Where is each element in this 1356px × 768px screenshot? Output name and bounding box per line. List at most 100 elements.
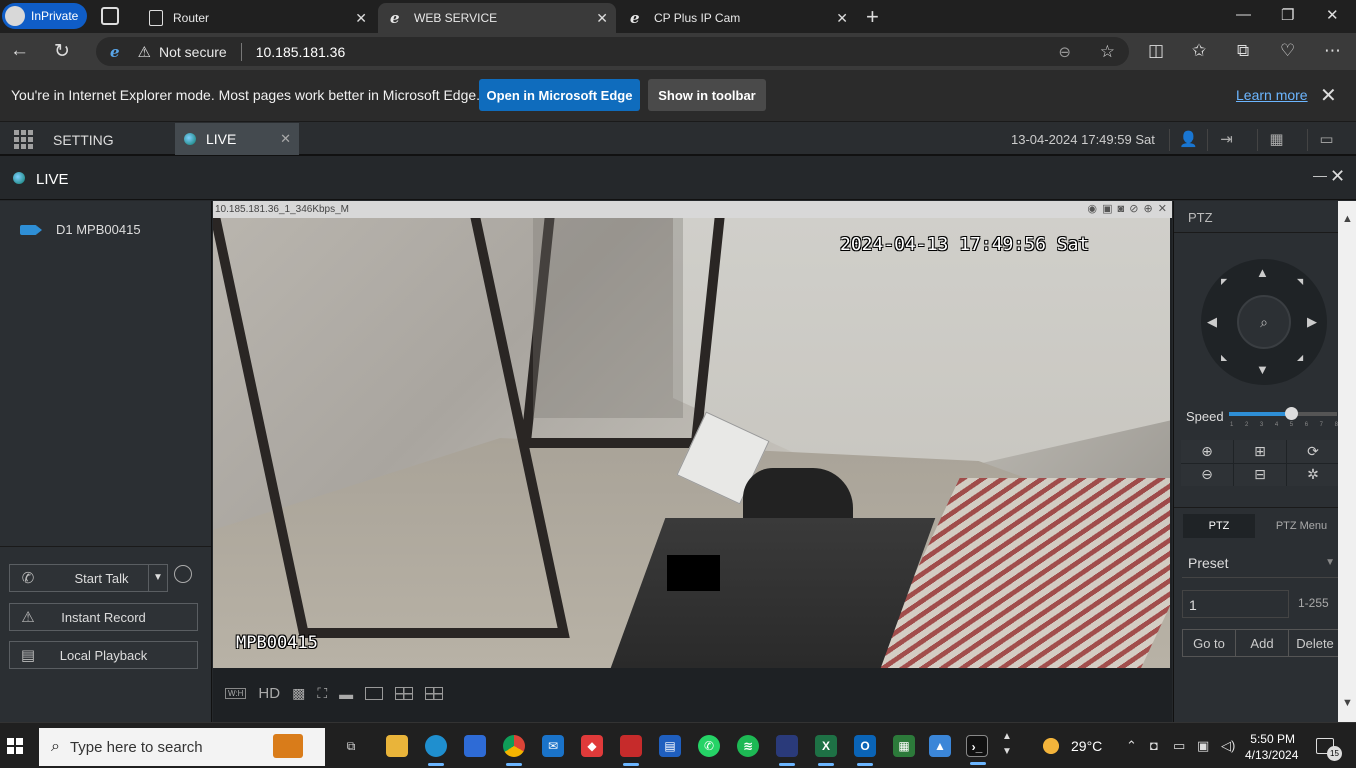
favorite-star-icon[interactable]: ☆ <box>1100 42 1115 62</box>
zoom-in-icon[interactable]: ⊕ <box>1181 440 1233 463</box>
ptz-scrollbar[interactable]: ▲ ▼ <box>1338 201 1356 722</box>
start-talk-button[interactable]: ✆ Start Talk <box>9 564 168 592</box>
edge-icon[interactable] <box>425 735 447 766</box>
battery-icon[interactable]: ▭ <box>1173 738 1185 754</box>
anydesk-icon[interactable]: ◆ <box>581 735 603 757</box>
talk-dropdown-icon[interactable]: ▼ <box>148 564 168 592</box>
camera-feed[interactable]: 2024-04-13 17:49:56 Sat MPB00415 <box>213 218 1170 668</box>
learn-more-link[interactable]: Learn more <box>1236 87 1308 103</box>
chrome-icon[interactable] <box>503 735 525 766</box>
browser-tab-router[interactable]: Router ✕ <box>137 3 375 33</box>
system-clock[interactable]: 5:50 PM 4/13/2024 <box>1245 731 1298 763</box>
fit-screen-icon[interactable]: ⛶ <box>317 685 327 702</box>
preset-select[interactable]: Preset ▼ <box>1182 550 1339 578</box>
scroll-down-icon[interactable]: ▼ <box>1342 697 1353 709</box>
security-status[interactable]: Not secure <box>159 44 227 60</box>
terminal-icon[interactable]: ›_ <box>966 735 988 765</box>
split-screen-icon[interactable]: ◫ <box>1148 41 1164 61</box>
meet-now-icon[interactable]: ◘ <box>1150 738 1158 753</box>
focus-far-icon[interactable]: ⊟ <box>1234 463 1286 486</box>
close-tab-icon[interactable]: ✕ <box>836 10 848 27</box>
speed-slider[interactable] <box>1229 407 1337 420</box>
multi-view-icon[interactable] <box>425 687 444 700</box>
app-icon[interactable] <box>776 735 798 766</box>
inprivate-badge[interactable]: InPrivate <box>2 3 87 29</box>
photos-icon[interactable]: ▲ <box>929 735 951 757</box>
ie-mode-icon[interactable]: e <box>110 43 120 61</box>
minimize-button[interactable]: — <box>1236 6 1251 23</box>
notification-center-icon[interactable]: 15 <box>1316 738 1342 761</box>
store-icon[interactable] <box>464 735 486 757</box>
outlook-icon[interactable]: O <box>854 735 876 766</box>
tab-ptz-menu[interactable]: PTZ Menu <box>1264 514 1339 538</box>
instant-record-button[interactable]: ⚠ Instant Record <box>9 603 198 631</box>
video-control-icons[interactable]: ◉ ▣ ◙ ⊘ ⊕ ✕ <box>1087 201 1168 218</box>
weather-widget[interactable]: 29°C <box>1040 737 1102 755</box>
pan-left-icon[interactable]: ◀ <box>1207 314 1217 330</box>
iris-open-icon[interactable]: ⟳ <box>1287 440 1339 463</box>
zoom-area-icon[interactable]: ⌕ <box>1237 295 1291 349</box>
qr-code-icon[interactable]: ▦ <box>1257 129 1295 151</box>
show-hidden-icons[interactable]: ⌃ <box>1126 738 1137 754</box>
file-explorer-icon[interactable] <box>386 735 408 757</box>
hd-button[interactable]: HD <box>258 685 280 702</box>
pan-up-icon[interactable]: ▲ <box>1256 265 1269 280</box>
task-view-icon[interactable]: ⧉ <box>340 735 362 757</box>
excel-icon[interactable]: X <box>815 735 837 766</box>
mail-icon[interactable]: ✉ <box>542 735 564 757</box>
news-icon[interactable]: ▤ <box>659 735 681 757</box>
record-status-icon[interactable] <box>174 565 192 583</box>
pan-down-right-icon[interactable]: ◢ <box>1297 353 1303 362</box>
focus-near-icon[interactable]: ⊞ <box>1234 440 1286 463</box>
live-tab[interactable]: LIVE ✕ <box>175 123 299 155</box>
close-bar-icon[interactable]: ✕ <box>1320 83 1337 108</box>
url-text[interactable]: 10.185.181.36 <box>256 44 346 60</box>
fullscreen-icon[interactable]: ▬ <box>339 686 353 702</box>
pan-up-right-icon[interactable]: ◥ <box>1297 277 1303 286</box>
taskbar-scroll-icon[interactable]: ▲ ▼ <box>1002 729 1012 759</box>
favorites-icon[interactable]: ✩ <box>1192 41 1206 61</box>
goto-button[interactable]: Go to <box>1182 629 1236 657</box>
volume-icon[interactable]: ◁) <box>1221 738 1235 754</box>
scroll-up-icon[interactable]: ▲ <box>1342 213 1353 225</box>
windows-start-icon[interactable] <box>7 738 23 754</box>
minimize-window-icon[interactable]: — <box>1313 167 1327 183</box>
delete-button[interactable]: Delete <box>1288 629 1342 657</box>
logout-icon[interactable]: ⇥ <box>1207 129 1245 151</box>
aspect-ratio-button[interactable]: W:H <box>225 688 247 699</box>
local-playback-button[interactable]: ▤ Local Playback <box>9 641 198 669</box>
tab-actions-icon[interactable] <box>101 7 119 25</box>
show-in-toolbar-button[interactable]: Show in toolbar <box>648 79 766 111</box>
whatsapp-icon[interactable]: ✆ <box>698 735 720 757</box>
collections-icon[interactable]: ⧉ <box>1237 41 1249 61</box>
quad-view-icon[interactable] <box>395 687 414 700</box>
spotify-icon[interactable]: ≋ <box>737 735 759 757</box>
tab-ptz[interactable]: PTZ <box>1183 514 1255 538</box>
speed-slider-knob[interactable] <box>1285 407 1298 420</box>
close-window-icon[interactable]: ✕ <box>1330 166 1345 187</box>
close-tab-icon[interactable]: ✕ <box>355 10 367 27</box>
pan-right-icon[interactable]: ▶ <box>1307 314 1317 330</box>
fullscreen-monitor-icon[interactable]: ▭ <box>1307 129 1345 151</box>
browser-essentials-icon[interactable]: ♡ <box>1280 41 1295 61</box>
app-icon[interactable]: ▦ <box>893 735 915 757</box>
setting-tab[interactable]: SETTING <box>53 132 114 148</box>
device-item[interactable]: D1 MPB00415 <box>20 222 141 237</box>
single-view-icon[interactable] <box>365 687 384 700</box>
zoom-icon[interactable]: ⊖ <box>1058 43 1071 61</box>
browser-tab-web-service[interactable]: e WEB SERVICE ✕ <box>378 3 616 33</box>
iris-close-icon[interactable]: ✲ <box>1287 463 1339 486</box>
zoom-out-icon[interactable]: ⊖ <box>1181 463 1233 486</box>
pan-down-left-icon[interactable]: ◣ <box>1221 353 1227 362</box>
preset-number-input[interactable]: 1 <box>1182 590 1289 618</box>
address-field[interactable]: e ⚠ Not secure 10.185.181.36 ⊖ ☆ <box>96 37 1129 66</box>
add-button[interactable]: Add <box>1235 629 1289 657</box>
new-tab-button[interactable]: + <box>866 4 879 30</box>
taskbar-search[interactable]: ⌕ Type here to search <box>39 728 325 766</box>
back-arrow-icon[interactable]: ← <box>10 40 29 62</box>
main-menu-grid-icon[interactable] <box>14 130 33 149</box>
browser-tab-cp-plus[interactable]: e CP Plus IP Cam ✕ <box>618 3 856 33</box>
stream-quality-icon[interactable]: ▩ <box>292 685 305 702</box>
pan-up-left-icon[interactable]: ◤ <box>1221 277 1227 286</box>
more-menu-icon[interactable]: ⋯ <box>1324 41 1341 61</box>
